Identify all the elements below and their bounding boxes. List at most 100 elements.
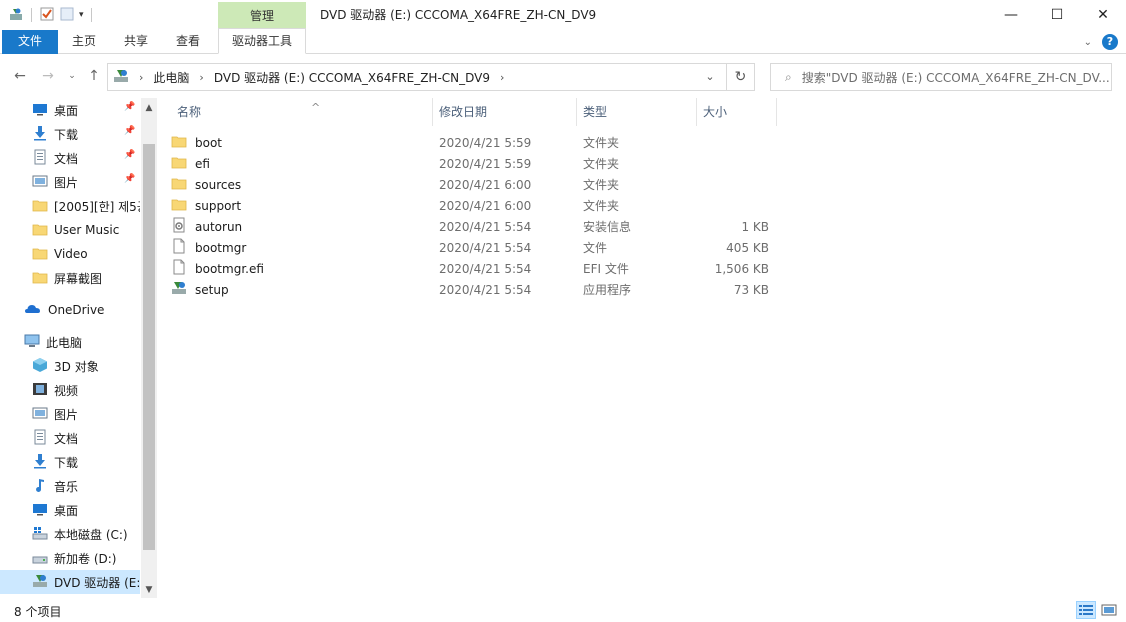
- maximize-button[interactable]: ☐: [1034, 0, 1080, 30]
- minimize-button[interactable]: —: [988, 0, 1034, 30]
- new-folder-icon[interactable]: [59, 6, 75, 25]
- sidebar-quick-item-3[interactable]: 图片 📌: [0, 170, 140, 194]
- scroll-down-icon[interactable]: ▼: [141, 582, 157, 598]
- breadcrumb-separator-icon[interactable]: ›: [139, 71, 143, 84]
- sidebar-quick-item-4[interactable]: [2005][한] 제5공: [0, 194, 140, 218]
- sidebar-pc-item-6[interactable]: 桌面: [0, 498, 140, 522]
- tab-share[interactable]: 共享: [114, 30, 158, 54]
- tab-home[interactable]: 主页: [62, 30, 106, 54]
- tab-view[interactable]: 查看: [166, 30, 210, 54]
- file-row[interactable]: bootmgr.efi 2020/4/21 5:54 EFI 文件 1,506 KB: [171, 258, 771, 279]
- sidebar-item-label: 下载: [54, 127, 79, 142]
- scroll-up-icon[interactable]: ▲: [141, 100, 157, 116]
- search-input[interactable]: ⌕ 搜索"DVD 驱动器 (E:) CCCOMA_X64FRE_ZH-CN_DV…: [770, 63, 1112, 91]
- column-header-type[interactable]: 类型: [577, 98, 697, 126]
- sidebar-pc-item-1[interactable]: 视频: [0, 378, 140, 402]
- large-icons-view-button[interactable]: [1099, 601, 1119, 619]
- file-row[interactable]: setup 2020/4/21 5:54 应用程序 73 KB: [171, 279, 771, 300]
- sidebar-pc-item-2[interactable]: 图片: [0, 402, 140, 426]
- file-row[interactable]: autorun 2020/4/21 5:54 安装信息 1 KB: [171, 216, 771, 237]
- breadcrumb-this-pc[interactable]: 此电脑: [153, 69, 189, 86]
- file-name-cell[interactable]: support: [171, 196, 411, 215]
- properties-check-icon[interactable]: [39, 6, 55, 25]
- pictures-icon: [32, 405, 48, 424]
- folder-icon: [32, 221, 48, 240]
- file-row[interactable]: support 2020/4/21 6:00 文件夹: [171, 195, 771, 216]
- up-button[interactable]: ↑: [84, 65, 104, 87]
- file-name-cell[interactable]: bootmgr: [171, 238, 411, 257]
- sidebar-item-label: 音乐: [54, 479, 79, 494]
- breadcrumb-separator-icon[interactable]: ›: [500, 71, 504, 84]
- sidebar-item-label: [2005][한] 제5공: [54, 199, 140, 214]
- details-view-button[interactable]: [1076, 601, 1096, 619]
- help-button[interactable]: ?: [1102, 34, 1118, 50]
- file-row[interactable]: sources 2020/4/21 6:00 文件夹: [171, 174, 771, 195]
- back-button[interactable]: ←: [10, 65, 30, 87]
- large-icons-view-icon: [1101, 604, 1117, 616]
- sidebar-quick-item-5[interactable]: User Music: [0, 218, 140, 242]
- column-header-date[interactable]: 修改日期: [433, 98, 577, 126]
- dvd-drive-icon: [113, 68, 129, 87]
- sidebar-item-label: 3D 对象: [54, 359, 99, 374]
- file-date: 2020/4/21 6:00: [439, 198, 532, 213]
- sort-ascending-icon: ^: [311, 101, 321, 114]
- title-bar: ▾ 管理 DVD 驱动器 (E:) CCCOMA_X64FRE_ZH-CN_DV…: [0, 0, 1126, 30]
- file-icon: [171, 259, 187, 278]
- pin-icon: 📌: [124, 174, 136, 184]
- file-name-cell[interactable]: bootmgr.efi: [171, 259, 411, 278]
- file-row[interactable]: boot 2020/4/21 5:59 文件夹: [171, 132, 771, 153]
- breadcrumb-separator-icon[interactable]: ›: [199, 71, 203, 84]
- sidebar-quick-item-6[interactable]: Video: [0, 242, 140, 266]
- sidebar-pc-item-3[interactable]: 文档: [0, 426, 140, 450]
- folder-icon: [171, 196, 187, 215]
- sidebar-quick-item-2[interactable]: 文档 📌: [0, 146, 140, 170]
- expand-ribbon-icon[interactable]: ⌄: [1084, 37, 1092, 48]
- tab-file[interactable]: 文件: [2, 30, 58, 54]
- window-title: DVD 驱动器 (E:) CCCOMA_X64FRE_ZH-CN_DV9: [320, 8, 597, 22]
- quick-access-toolbar: ▾: [8, 4, 95, 26]
- nav-scrollbar[interactable]: ▲ ▼: [141, 98, 157, 598]
- folder-icon: [32, 269, 48, 288]
- address-bar[interactable]: › 此电脑 › DVD 驱动器 (E:) CCCOMA_X64FRE_ZH-CN…: [107, 63, 755, 91]
- refresh-button[interactable]: ↻: [726, 64, 754, 90]
- toolbar-divider: [90, 8, 92, 22]
- file-row[interactable]: bootmgr 2020/4/21 5:54 文件 405 KB: [171, 237, 771, 258]
- breadcrumb-dvd-drive[interactable]: DVD 驱动器 (E:) CCCOMA_X64FRE_ZH-CN_DV9: [214, 69, 490, 86]
- file-name-cell[interactable]: efi: [171, 154, 411, 173]
- folder-icon: [32, 197, 48, 216]
- sidebar-pc-item-7[interactable]: 本地磁盘 (C:): [0, 522, 140, 546]
- sidebar-quick-item-0[interactable]: 桌面 📌: [0, 98, 140, 122]
- file-date: 2020/4/21 5:54: [439, 219, 532, 234]
- sidebar-pc-item-5[interactable]: 音乐: [0, 474, 140, 498]
- address-history-dropdown[interactable]: ⌄: [696, 64, 724, 90]
- file-name: boot: [195, 135, 223, 150]
- drive-properties-icon[interactable]: [8, 6, 24, 25]
- column-header-name[interactable]: 名称 ^: [171, 98, 433, 126]
- file-date: 2020/4/21 5:59: [439, 156, 532, 171]
- file-row[interactable]: efi 2020/4/21 5:59 文件夹: [171, 153, 771, 174]
- file-name-cell[interactable]: boot: [171, 133, 411, 152]
- sidebar-item-label: 新加卷 (D:): [54, 551, 117, 566]
- sidebar-quick-item-7[interactable]: 屏幕截图: [0, 266, 140, 290]
- file-name-cell[interactable]: setup: [171, 280, 411, 299]
- recent-locations-button[interactable]: ⌄: [62, 65, 82, 87]
- close-button[interactable]: ✕: [1080, 0, 1126, 30]
- onedrive-icon: [24, 301, 42, 320]
- sidebar-quick-item-1[interactable]: 下载 📌: [0, 122, 140, 146]
- sidebar-item-onedrive[interactable]: OneDrive: [0, 298, 140, 322]
- music-icon: [32, 477, 48, 496]
- local-disk-icon: [32, 525, 48, 544]
- sidebar-pc-item-4[interactable]: 下载: [0, 450, 140, 474]
- customize-dropdown-icon[interactable]: ▾: [79, 10, 84, 20]
- file-name-cell[interactable]: sources: [171, 175, 411, 194]
- sidebar-item-label: OneDrive: [48, 303, 105, 317]
- sidebar-item-this-pc[interactable]: 此电脑: [0, 330, 140, 354]
- scroll-thumb[interactable]: [143, 144, 155, 550]
- sidebar-pc-item-8[interactable]: 新加卷 (D:): [0, 546, 140, 570]
- sidebar-pc-item-0[interactable]: 3D 对象: [0, 354, 140, 378]
- column-header-size[interactable]: 大小: [697, 98, 777, 126]
- file-name-cell[interactable]: autorun: [171, 217, 411, 236]
- forward-button[interactable]: →: [38, 65, 58, 87]
- tab-drive-tools[interactable]: 驱动器工具: [218, 28, 306, 54]
- sidebar-pc-item-9[interactable]: DVD 驱动器 (E:) CCCOMA: [0, 570, 140, 594]
